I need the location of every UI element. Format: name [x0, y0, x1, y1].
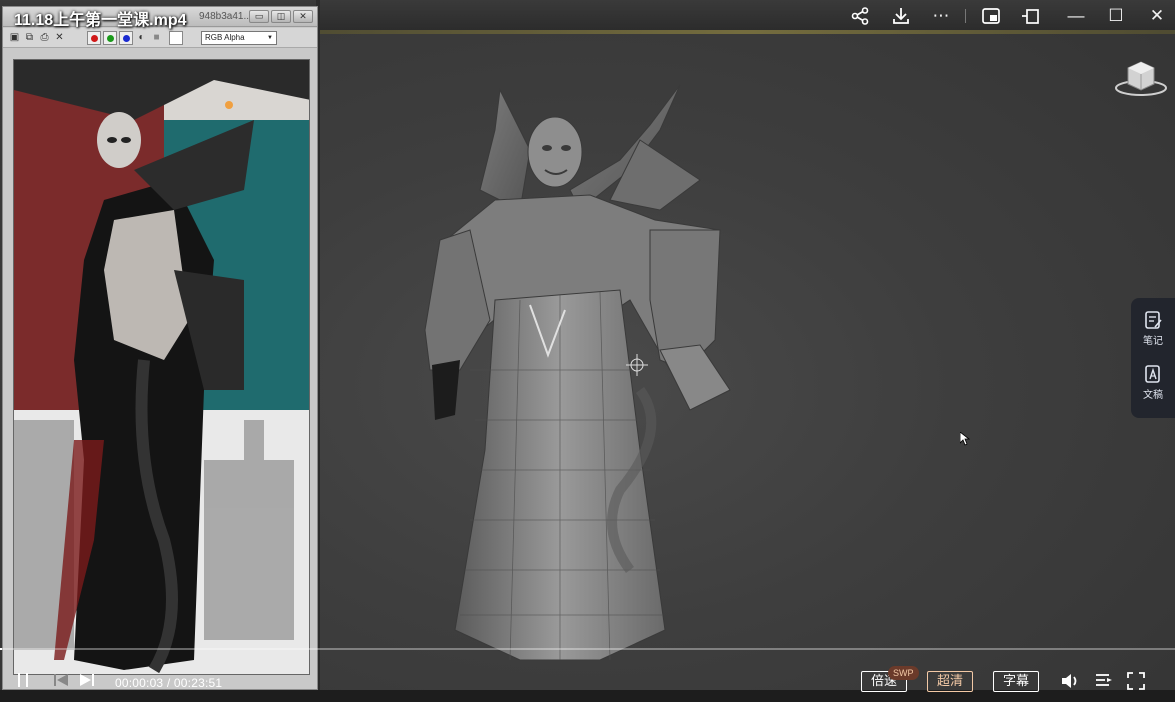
volume-icon[interactable] — [1059, 672, 1081, 695]
subtitle-button[interactable]: 字幕 — [993, 671, 1039, 692]
reference-painting-image — [14, 60, 309, 674]
pivot-crosshair-icon — [626, 354, 648, 376]
close-icon[interactable]: ✕ — [1145, 4, 1169, 28]
print-icon[interactable]: ⎙ — [39, 32, 50, 43]
fullscreen-icon[interactable] — [1125, 672, 1147, 695]
notes-icon — [1145, 311, 1162, 329]
minimize-icon[interactable]: — — [1064, 4, 1088, 28]
video-title: 11.18上午第一堂课.mp4 — [14, 12, 187, 29]
video-frame[interactable]: 948b3a41... ▭ ◫ ✕ ▣ ⧉ ⎙ ✕ ◐ ■ RGB Alpha — [0, 0, 1175, 702]
channel-select[interactable]: RGB Alpha — [201, 31, 277, 45]
maximize-icon[interactable]: ☐ — [1104, 4, 1128, 28]
progress-fill — [0, 648, 3, 650]
pause-icon[interactable] — [14, 672, 32, 693]
reference-image-canvas — [13, 59, 310, 675]
player-controls: 00:00:03 / 00:23:51 倍速 超清 字幕 — [0, 664, 1175, 702]
side-panel: 笔记 文稿 — [1131, 298, 1175, 418]
side-item-document-label: 文稿 — [1143, 390, 1163, 401]
clear-icon[interactable]: ✕ — [54, 32, 65, 43]
color-swatch[interactable] — [169, 31, 183, 45]
time-display: 00:00:03 / 00:23:51 — [115, 676, 222, 690]
viewport-character-model — [424, 84, 731, 661]
side-item-notes-label: 笔记 — [1143, 336, 1163, 347]
viewcube-icon[interactable] — [1114, 56, 1168, 98]
ref-minimize-icon[interactable]: ▭ — [249, 10, 269, 23]
side-item-document[interactable]: 文稿 — [1131, 364, 1175, 401]
quality-button[interactable]: 超清 — [927, 671, 973, 692]
previous-icon[interactable] — [52, 672, 70, 693]
more-icon[interactable]: ⋯ — [929, 4, 953, 28]
reference-window-title: 948b3a41... — [199, 11, 252, 22]
reference-image-window[interactable]: 948b3a41... ▭ ◫ ✕ ▣ ⧉ ⎙ ✕ ◐ ■ RGB Alpha — [2, 6, 318, 690]
playlist-icon[interactable] — [1093, 672, 1115, 693]
reference-toolbar: ▣ ⧉ ⎙ ✕ ◐ ■ RGB Alpha — [3, 28, 317, 48]
alpha-toggle-icon[interactable]: ◐ — [136, 32, 147, 43]
next-icon[interactable] — [78, 672, 96, 693]
green-channel-button[interactable] — [103, 31, 117, 45]
crop-icon[interactable] — [1019, 4, 1043, 28]
mono-toggle-icon[interactable]: ■ — [151, 32, 162, 43]
share-icon[interactable] — [848, 4, 872, 28]
blue-channel-button[interactable] — [119, 31, 133, 45]
top-separator — [965, 9, 966, 23]
speed-badge: SWP — [888, 666, 919, 680]
clone-image-icon[interactable]: ⧉ — [24, 32, 35, 43]
download-icon[interactable] — [889, 4, 913, 28]
viewport-top-border — [320, 30, 1175, 34]
picture-in-picture-icon[interactable] — [979, 4, 1003, 28]
time-separator: / — [163, 676, 174, 690]
save-image-icon[interactable]: ▣ — [9, 32, 20, 43]
progress-bar[interactable] — [0, 648, 1175, 650]
side-item-notes[interactable]: 笔记 — [1131, 310, 1175, 347]
ref-restore-icon[interactable]: ◫ — [271, 10, 291, 23]
ref-close-icon[interactable]: ✕ — [293, 10, 313, 23]
red-channel-button[interactable] — [87, 31, 101, 45]
duration: 00:23:51 — [173, 676, 223, 690]
document-icon — [1145, 365, 1160, 383]
mouse-cursor-icon — [960, 432, 970, 446]
current-time: 00:00:03 — [115, 676, 164, 690]
